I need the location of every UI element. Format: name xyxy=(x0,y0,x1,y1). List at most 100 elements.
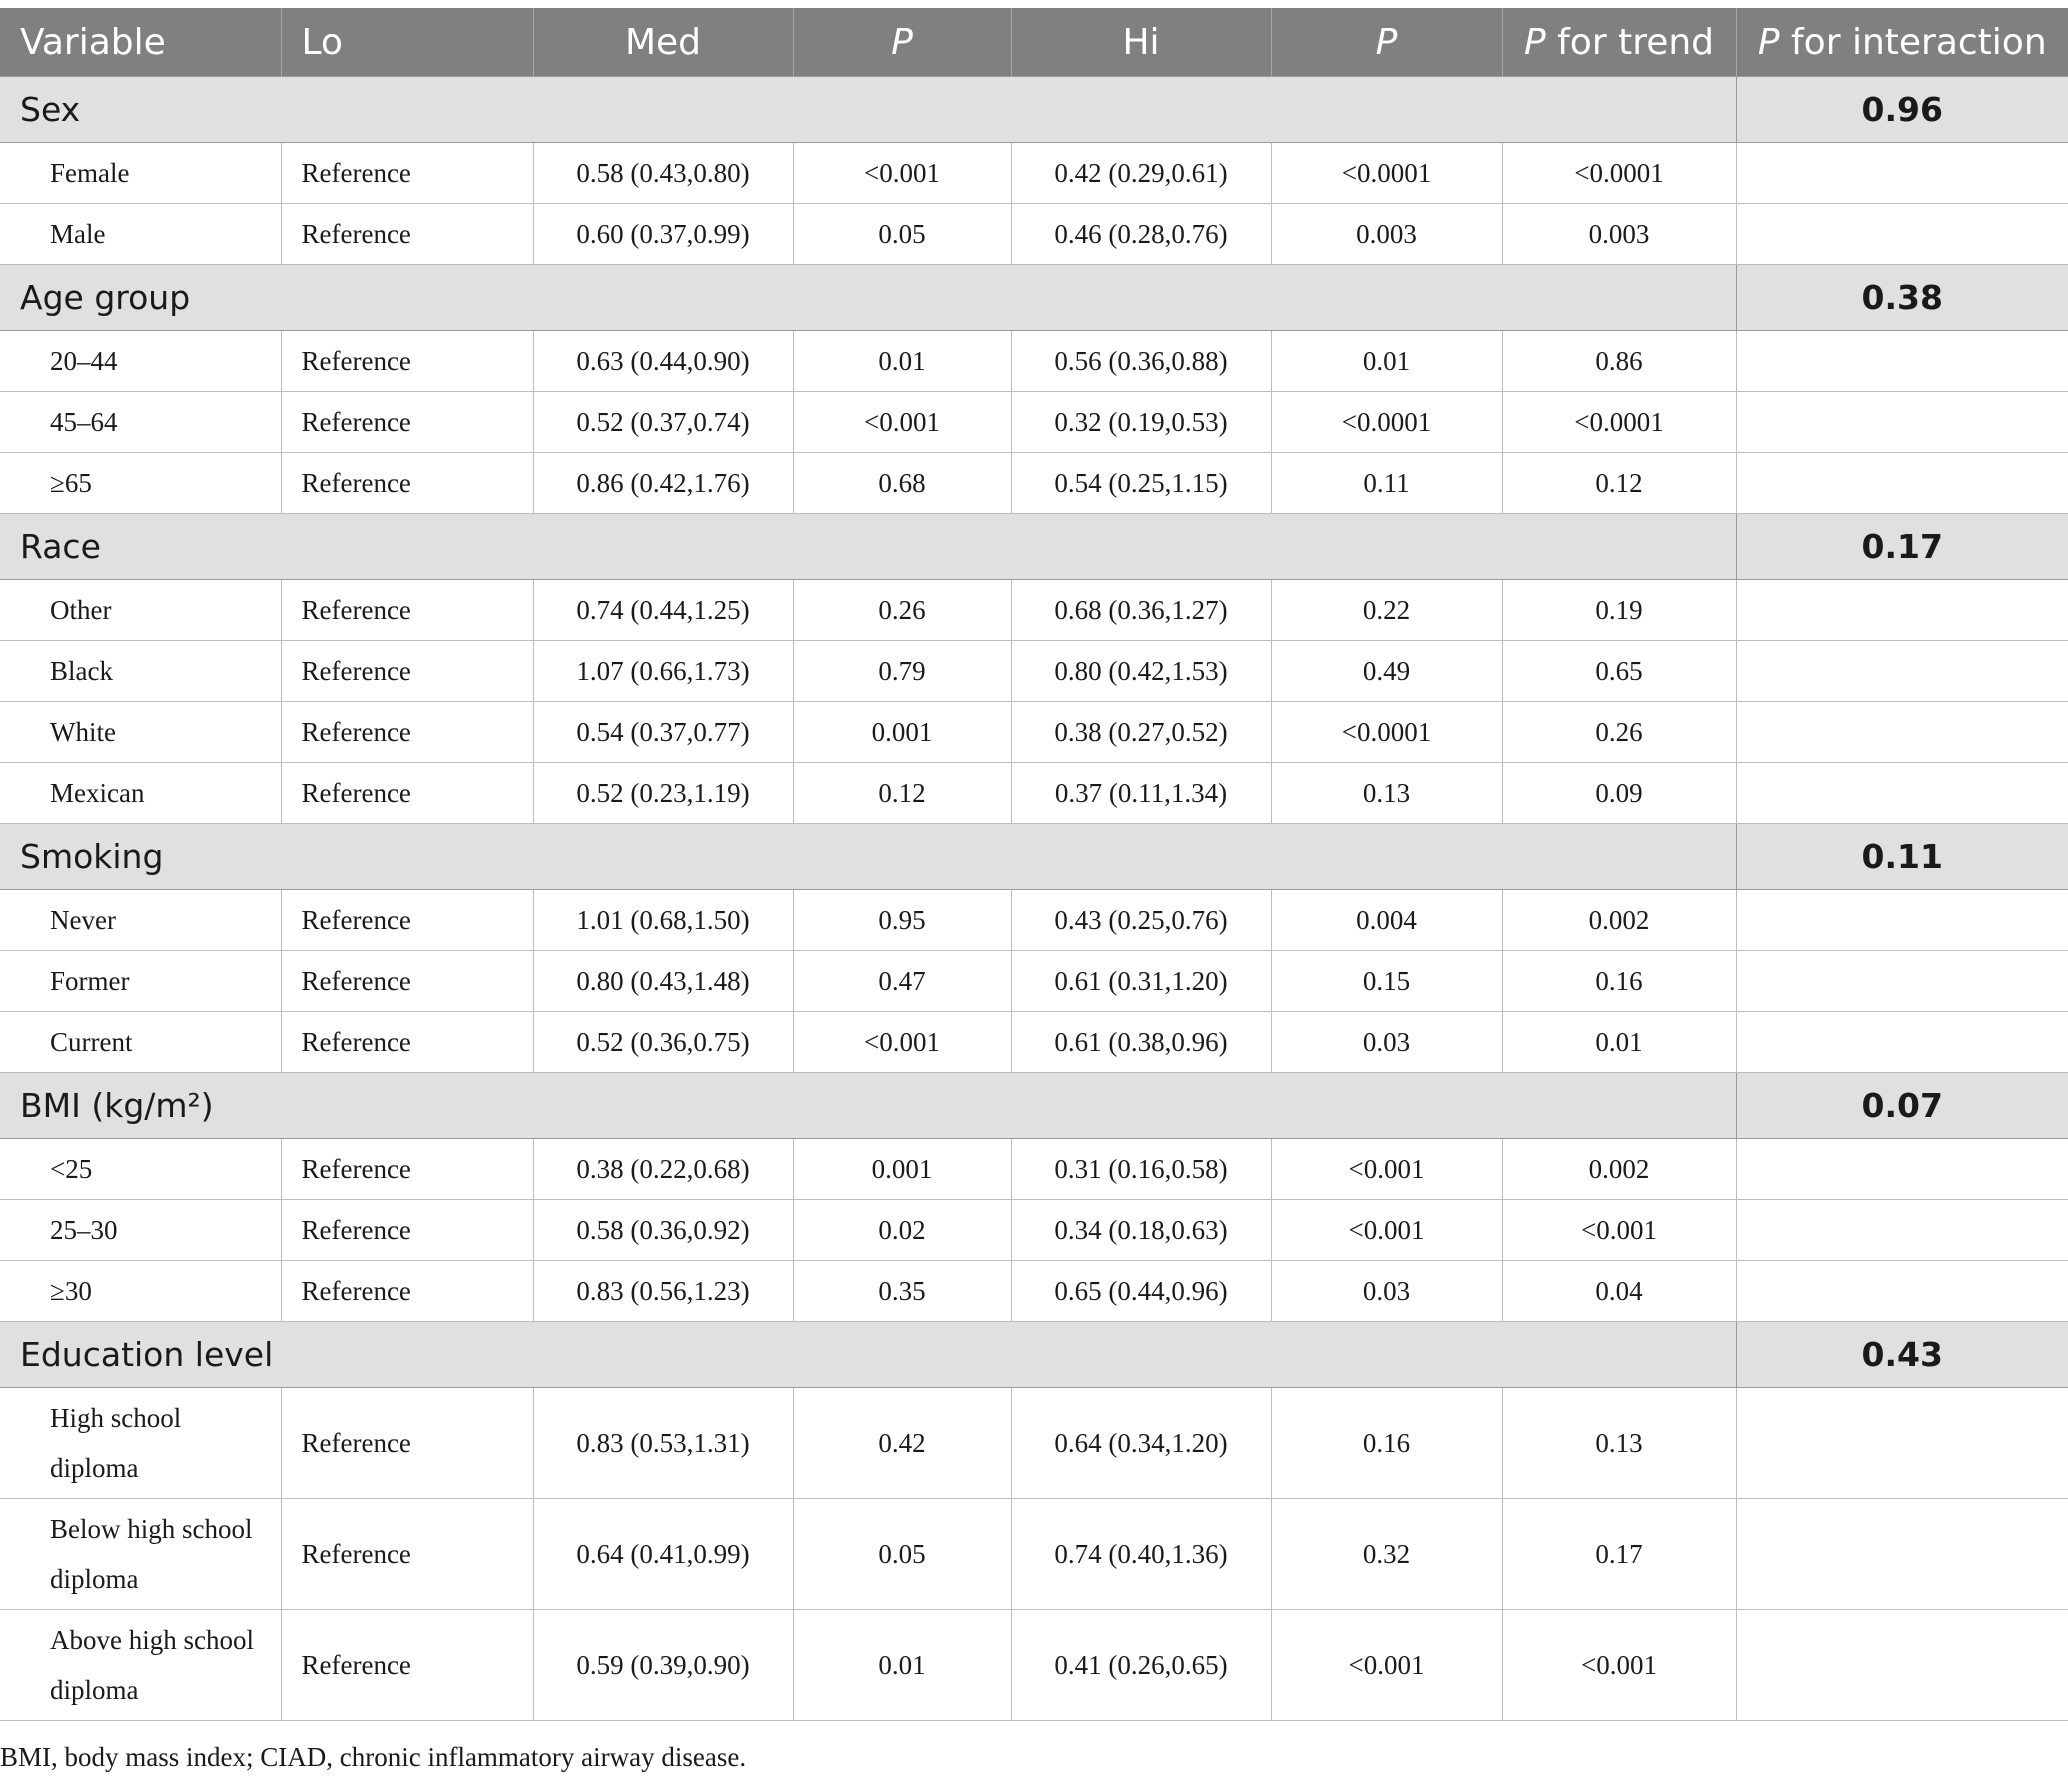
header-lo: Lo xyxy=(281,8,534,77)
table-row: 20–44 Reference 0.63 (0.44,0.90) 0.01 0.56 (… xyxy=(0,330,2068,392)
cell-p-trend: 0.16 xyxy=(1502,950,1737,1012)
cell-lo: Reference xyxy=(281,762,534,824)
cell-hi: 0.68 (0.36,1.27) xyxy=(1011,579,1272,641)
table-row: Other Reference 0.74 (0.44,1.25) 0.26 0.68 (… xyxy=(0,579,2068,641)
group-row: Smoking 0.11 xyxy=(0,823,2068,890)
group-name: Race xyxy=(0,513,1736,580)
cell-hi: 0.65 (0.44,0.96) xyxy=(1011,1260,1272,1322)
cell-lo: Reference xyxy=(281,950,534,1012)
cell-p-med: 0.01 xyxy=(793,330,1012,392)
cell-hi: 0.54 (0.25,1.15) xyxy=(1011,452,1272,514)
cell-p-interaction-empty xyxy=(1736,1609,2068,1721)
cell-p-hi: <0.001 xyxy=(1271,1138,1503,1200)
cell-lo: Reference xyxy=(281,452,534,514)
cell-variable: Below high school diploma xyxy=(0,1498,282,1610)
header-p-interaction-italic: P xyxy=(1757,21,1780,63)
cell-med: 0.54 (0.37,0.77) xyxy=(533,701,794,763)
header-p-trend: P for trend xyxy=(1502,8,1737,77)
cell-p-hi: <0.0001 xyxy=(1271,142,1503,204)
cell-p-med: 0.79 xyxy=(793,640,1012,702)
subgroup-results-table: Variable Lo Med P Hi P P for trend P for… xyxy=(0,8,2068,1721)
cell-p-med: 0.01 xyxy=(793,1609,1012,1721)
cell-p-med: 0.05 xyxy=(793,1498,1012,1610)
cell-p-interaction-empty xyxy=(1736,452,2068,514)
cell-p-trend: 0.01 xyxy=(1502,1011,1737,1073)
cell-p-med: 0.35 xyxy=(793,1260,1012,1322)
cell-med: 0.59 (0.39,0.90) xyxy=(533,1609,794,1721)
cell-med: 0.64 (0.41,0.99) xyxy=(533,1498,794,1610)
cell-p-interaction-empty xyxy=(1736,889,2068,951)
cell-p-interaction-empty xyxy=(1736,1387,2068,1499)
group-p-interaction: 0.07 xyxy=(1735,1072,2068,1139)
cell-variable: Other xyxy=(0,579,282,641)
cell-lo: Reference xyxy=(281,203,534,265)
group-p-interaction: 0.17 xyxy=(1735,513,2068,580)
cell-hi: 0.42 (0.29,0.61) xyxy=(1011,142,1272,204)
cell-p-trend: 0.09 xyxy=(1502,762,1737,824)
cell-med: 0.38 (0.22,0.68) xyxy=(533,1138,794,1200)
cell-p-interaction-empty xyxy=(1736,1199,2068,1261)
cell-p-hi: <0.001 xyxy=(1271,1199,1503,1261)
cell-med: 0.74 (0.44,1.25) xyxy=(533,579,794,641)
cell-p-med: 0.12 xyxy=(793,762,1012,824)
header-p-med: P xyxy=(793,8,1012,77)
cell-lo: Reference xyxy=(281,889,534,951)
cell-p-trend: 0.19 xyxy=(1502,579,1737,641)
cell-lo: Reference xyxy=(281,391,534,453)
cell-hi: 0.43 (0.25,0.76) xyxy=(1011,889,1272,951)
table-row: Former Reference 0.80 (0.43,1.48) 0.47 0.61 … xyxy=(0,950,2068,1012)
cell-lo: Reference xyxy=(281,640,534,702)
cell-p-hi: 0.03 xyxy=(1271,1011,1503,1073)
cell-variable: ≥65 xyxy=(0,452,282,514)
group-row: Education level 0.43 xyxy=(0,1321,2068,1388)
cell-p-med: 0.001 xyxy=(793,701,1012,763)
cell-p-trend: 0.002 xyxy=(1502,1138,1737,1200)
cell-variable: 20–44 xyxy=(0,330,282,392)
cell-variable: Female xyxy=(0,142,282,204)
header-variable: Variable xyxy=(0,8,282,77)
cell-p-med: <0.001 xyxy=(793,391,1012,453)
cell-variable: Former xyxy=(0,950,282,1012)
table-header-row: Variable Lo Med P Hi P P for trend P for… xyxy=(0,8,2068,77)
cell-variable: 25–30 xyxy=(0,1199,282,1261)
cell-p-trend: 0.04 xyxy=(1502,1260,1737,1322)
cell-p-hi: 0.16 xyxy=(1271,1387,1503,1499)
group-row: Age group 0.38 xyxy=(0,264,2068,331)
cell-p-hi: <0.0001 xyxy=(1271,391,1503,453)
cell-p-interaction-empty xyxy=(1736,950,2068,1012)
cell-hi: 0.64 (0.34,1.20) xyxy=(1011,1387,1272,1499)
cell-p-trend: 0.12 xyxy=(1502,452,1737,514)
table-row: Mexican Reference 0.52 (0.23,1.19) 0.12 0.37… xyxy=(0,762,2068,824)
cell-lo: Reference xyxy=(281,701,534,763)
cell-med: 0.83 (0.56,1.23) xyxy=(533,1260,794,1322)
cell-variable: High school diploma xyxy=(0,1387,282,1499)
group-name: Sex xyxy=(0,76,1736,143)
cell-p-hi: 0.15 xyxy=(1271,950,1503,1012)
cell-p-hi: 0.13 xyxy=(1271,762,1503,824)
cell-lo: Reference xyxy=(281,330,534,392)
cell-p-med: 0.47 xyxy=(793,950,1012,1012)
cell-hi: 0.34 (0.18,0.63) xyxy=(1011,1199,1272,1261)
results-table-container: Variable Lo Med P Hi P P for trend P for… xyxy=(0,8,2068,1721)
cell-med: 0.58 (0.36,0.92) xyxy=(533,1199,794,1261)
cell-variable: Above high school diploma xyxy=(0,1609,282,1721)
table-row: 45–64 Reference 0.52 (0.37,0.74) <0.001 0.32… xyxy=(0,391,2068,453)
table-row: Male Reference 0.60 (0.37,0.99) 0.05 0.46 (0… xyxy=(0,203,2068,265)
cell-p-interaction-empty xyxy=(1736,203,2068,265)
cell-p-med: 0.95 xyxy=(793,889,1012,951)
cell-lo: Reference xyxy=(281,1387,534,1499)
cell-variable: Current xyxy=(0,1011,282,1073)
cell-p-interaction-empty xyxy=(1736,1260,2068,1322)
group-name: Smoking xyxy=(0,823,1736,890)
group-name: Age group xyxy=(0,264,1736,331)
cell-variable: <25 xyxy=(0,1138,282,1200)
group-p-interaction: 0.11 xyxy=(1735,823,2068,890)
cell-p-trend: <0.0001 xyxy=(1502,391,1737,453)
group-p-interaction: 0.96 xyxy=(1735,76,2068,143)
cell-p-interaction-empty xyxy=(1736,701,2068,763)
cell-lo: Reference xyxy=(281,1011,534,1073)
cell-med: 0.60 (0.37,0.99) xyxy=(533,203,794,265)
cell-p-interaction-empty xyxy=(1736,391,2068,453)
cell-hi: 0.41 (0.26,0.65) xyxy=(1011,1609,1272,1721)
cell-p-trend: 0.002 xyxy=(1502,889,1737,951)
